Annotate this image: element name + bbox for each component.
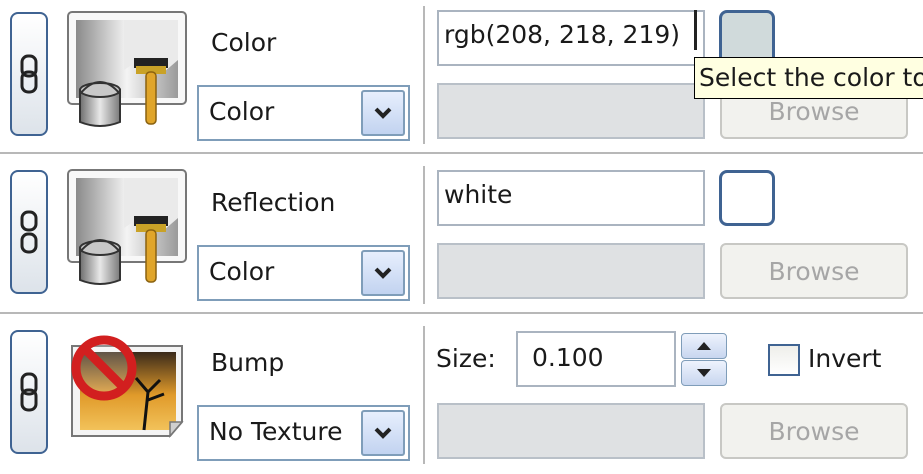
browse-button[interactable]: Browse [720,243,908,299]
select-value: Color [209,257,275,286]
texture-path-field [437,243,705,299]
spin-up-icon [697,342,711,350]
chevron-down-icon [374,267,392,279]
material-row-color: Color Color rgb(208, 218, 219) Browse Se… [0,0,923,156]
column-separator [423,6,425,144]
reflection-value-text: white [444,180,513,209]
material-row-reflection: Reflection Color white Browse [0,158,923,314]
invert-label[interactable]: Invert [808,344,881,374]
select-value: No Texture [209,417,343,446]
tooltip: Select the color to [694,57,923,99]
invert-checkbox[interactable] [768,344,800,376]
size-label: Size: [436,344,496,373]
browse-button[interactable]: Browse [720,403,908,459]
texture-path-field [437,83,705,139]
texture-path-field [437,403,705,459]
row-divider [0,152,923,154]
column-separator [423,166,425,304]
reflection-value-input[interactable]: white [437,170,705,226]
paint-preview [64,10,188,130]
paint-preview [64,168,188,288]
chevron-down-icon [374,427,392,439]
size-value: 0.100 [532,343,604,372]
row-label: Color [211,28,277,57]
dropdown-button[interactable] [361,410,405,456]
dropdown-button[interactable] [361,90,405,136]
paint-bucket-brush-icon [67,169,187,285]
color-value-input[interactable]: rgb(208, 218, 219) [437,10,705,66]
link-toggle-button[interactable] [10,330,48,454]
dropdown-button[interactable] [361,250,405,296]
no-texture-icon [71,335,184,439]
link-toggle-button[interactable] [10,12,48,136]
color-swatch-button[interactable] [719,170,775,226]
link-toggle-button[interactable] [10,170,48,294]
column-separator [423,326,425,464]
size-input[interactable]: 0.100 [516,331,676,387]
paint-bucket-brush-icon [67,11,187,127]
color-value-text: rgb(208, 218, 219) [444,20,681,49]
row-divider [0,312,923,314]
size-spin-down-button[interactable] [681,360,727,386]
size-spin-up-button[interactable] [681,333,727,359]
broken-chain-icon [20,210,38,254]
chain-link-icon [20,54,38,94]
text-cursor [694,10,697,50]
spin-down-icon [697,369,711,377]
material-row-bump: Bump No Texture Size: 0.100 Invert Brows… [0,318,923,474]
select-value: Color [209,97,275,126]
type-select[interactable]: Color [197,85,410,141]
row-label: Reflection [211,188,336,217]
type-select[interactable]: No Texture [197,405,410,461]
type-select[interactable]: Color [197,245,410,301]
bump-preview [64,330,188,450]
chevron-down-icon [374,107,392,119]
row-label: Bump [211,348,285,377]
chain-link-icon [20,372,38,412]
